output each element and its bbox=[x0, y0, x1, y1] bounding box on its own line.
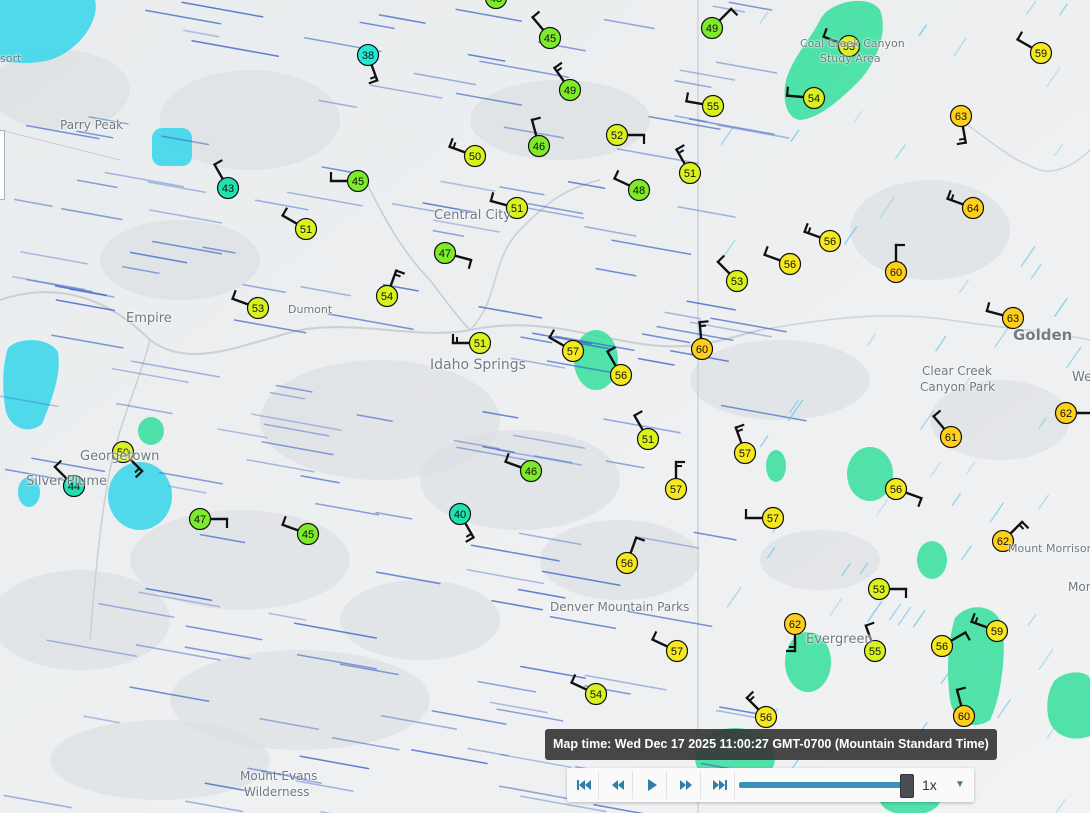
step-forward-button[interactable] bbox=[671, 771, 701, 799]
place-label: We bbox=[1072, 370, 1090, 385]
station-temperature: 59 bbox=[991, 626, 1003, 638]
place-label: Golden bbox=[1013, 326, 1073, 344]
station-temperature: 60 bbox=[890, 267, 902, 279]
station-temperature: 45 bbox=[302, 529, 314, 541]
place-label: Empire bbox=[126, 311, 172, 326]
station-temperature: 55 bbox=[707, 101, 719, 113]
skip-start-icon bbox=[576, 780, 591, 790]
station-temperature: 45 bbox=[352, 176, 364, 188]
station-temperature: 53 bbox=[731, 276, 743, 288]
station-temperature: 55 bbox=[869, 646, 881, 658]
play-icon bbox=[647, 779, 657, 791]
station-temperature: 56 bbox=[760, 712, 772, 724]
station-temperature: 40 bbox=[454, 509, 466, 521]
place-label: Mount Evans bbox=[240, 769, 318, 783]
station-temperature: 56 bbox=[890, 484, 902, 496]
station-temperature: 54 bbox=[381, 291, 393, 303]
station-temperature: 51 bbox=[474, 338, 486, 350]
station-temperature: 49 bbox=[564, 85, 576, 97]
layer-panel-tab[interactable] bbox=[0, 130, 5, 200]
place-label: Silver Plume bbox=[26, 474, 107, 489]
place-label: Canyon Park bbox=[920, 380, 996, 394]
station-temperature: 60 bbox=[958, 711, 970, 723]
skip-end-icon bbox=[712, 780, 727, 790]
station-temperature: 57 bbox=[567, 346, 579, 358]
station-temperature: 54 bbox=[590, 689, 602, 701]
station-temperature: 56 bbox=[615, 370, 627, 382]
place-label: Mount Morrison bbox=[1008, 542, 1090, 555]
playback-speed-select[interactable]: 1x bbox=[922, 768, 937, 802]
place-label: Denver Mountain Parks bbox=[550, 600, 690, 614]
chevron-down-icon[interactable]: ▼ bbox=[955, 768, 965, 802]
place-label: Wilderness bbox=[244, 785, 310, 799]
rewind-icon bbox=[611, 780, 624, 790]
playback-controls: 1x ▼ bbox=[567, 768, 974, 802]
station-temperature: 57 bbox=[739, 448, 751, 460]
station-temperature: 63 bbox=[1007, 313, 1019, 325]
station-temperature: 51 bbox=[511, 203, 523, 215]
place-label: Dumont bbox=[288, 303, 333, 316]
place-label: Study Area bbox=[820, 52, 881, 65]
station-temperature: 53 bbox=[252, 303, 264, 315]
station-temperature: 62 bbox=[1060, 408, 1072, 420]
station-temperature: 47 bbox=[194, 514, 206, 526]
station-temperature: 46 bbox=[533, 141, 545, 153]
station-temperature: 49 bbox=[706, 23, 718, 35]
station-temperature: 43 bbox=[222, 183, 234, 195]
place-label: sort bbox=[0, 52, 22, 65]
station-temperature: 51 bbox=[300, 224, 312, 236]
weather-map[interactable]: 48 45 49 49 53 59 38 54 55 63 46 52 50 43 45 51 48 51 64 51… bbox=[0, 0, 1090, 813]
timeline-slider[interactable] bbox=[739, 782, 911, 788]
station-temperature: 56 bbox=[936, 641, 948, 653]
place-label: Clear Creek bbox=[922, 364, 992, 378]
place-label: Evergreen bbox=[806, 632, 873, 647]
station-temperature: 56 bbox=[824, 236, 836, 248]
place-label: Idaho Springs bbox=[430, 357, 526, 373]
station-temperature: 57 bbox=[670, 484, 682, 496]
station-temperature: 48 bbox=[633, 185, 645, 197]
station-temperature: 51 bbox=[642, 434, 654, 446]
place-label: Mor bbox=[1068, 580, 1090, 594]
station-temperature: 61 bbox=[945, 432, 957, 444]
station-temperature: 59 bbox=[1035, 48, 1047, 60]
station-temperature: 48 bbox=[490, 0, 502, 5]
place-label: Central City bbox=[434, 208, 511, 223]
station-temperature: 50 bbox=[469, 151, 481, 163]
place-label: Parry Peak bbox=[60, 118, 124, 132]
station-temperature: 47 bbox=[439, 248, 451, 260]
station-temperature: 56 bbox=[784, 259, 796, 271]
station-temperature: 45 bbox=[544, 33, 556, 45]
station-temperature: 57 bbox=[671, 646, 683, 658]
station-temperature: 51 bbox=[684, 168, 696, 180]
place-label: Coal Creek Canyon bbox=[800, 37, 905, 50]
map-time-tooltip: Map time: Wed Dec 17 2025 11:00:27 GMT-0… bbox=[545, 729, 997, 760]
map-time-label: Map time: Wed Dec 17 2025 11:00:27 GMT-0… bbox=[553, 737, 989, 751]
station-temperature: 38 bbox=[362, 50, 374, 62]
station-temperature: 56 bbox=[621, 558, 633, 570]
timeline-slider-handle[interactable] bbox=[900, 774, 915, 798]
play-button[interactable] bbox=[637, 771, 667, 799]
station-temperature: 64 bbox=[967, 203, 979, 215]
step-back-button[interactable] bbox=[603, 771, 633, 799]
station-temperature: 60 bbox=[696, 344, 708, 356]
skip-to-start-button[interactable] bbox=[569, 771, 599, 799]
station-temperature: 57 bbox=[767, 513, 779, 525]
station-temperature: 63 bbox=[955, 111, 967, 123]
map-canvas[interactable]: 48 45 49 49 53 59 38 54 55 63 46 52 50 43 45 51 48 51 64 51… bbox=[0, 0, 1090, 813]
station-temperature: 52 bbox=[611, 130, 623, 142]
place-label: Georgetown bbox=[80, 449, 160, 464]
station-temperature: 53 bbox=[873, 584, 885, 596]
fast-forward-icon bbox=[679, 780, 692, 790]
station-temperature: 62 bbox=[789, 619, 801, 631]
station-temperature: 46 bbox=[525, 466, 537, 478]
skip-to-end-button[interactable] bbox=[705, 771, 735, 799]
station-temperature: 54 bbox=[808, 93, 820, 105]
